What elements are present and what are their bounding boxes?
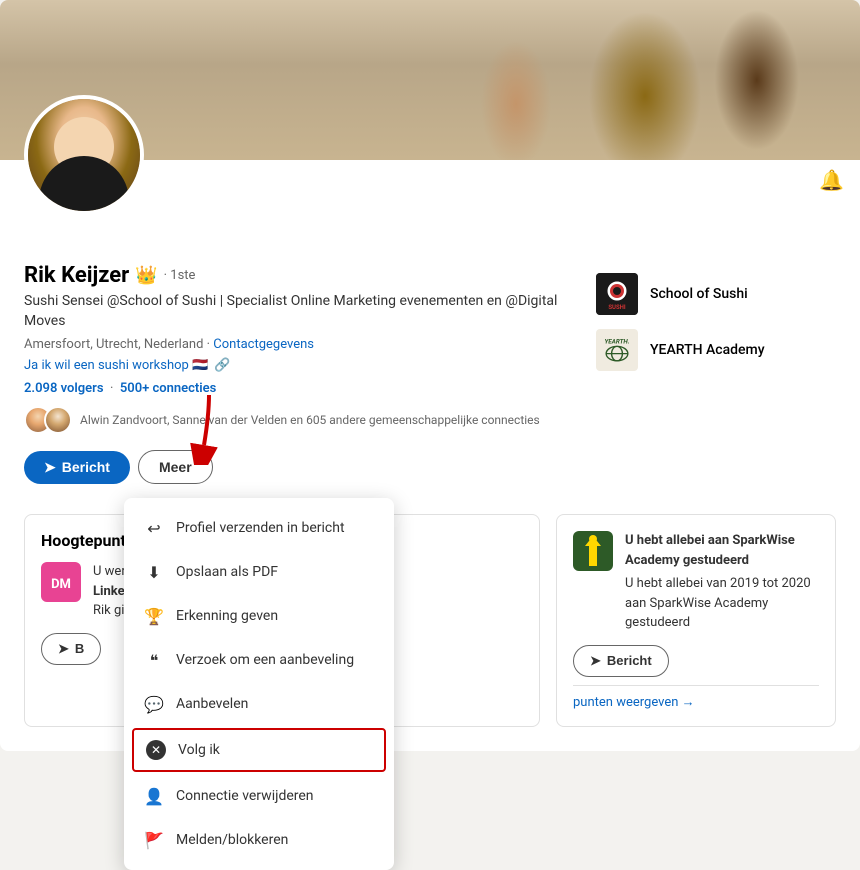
connection-level: · 1ste bbox=[164, 268, 196, 283]
profile-website[interactable]: Ja ik wil een sushi workshop 🇳🇱 🔗 bbox=[24, 358, 576, 373]
mutual-connections: Alwin Zandvoort, Sanne van der Velden en… bbox=[24, 406, 576, 434]
show-more-link[interactable]: punten weergeven → bbox=[573, 694, 819, 710]
recommend-icon: 💬 bbox=[144, 694, 164, 714]
send-icon: ➤ bbox=[44, 459, 56, 476]
yearth-logo: YEARTH. bbox=[596, 329, 638, 371]
dm-logo: DM bbox=[41, 562, 81, 602]
sparkwise-card: U hebt allebei aan SparkWise Academy ges… bbox=[556, 514, 836, 727]
followers-info: 2.098 volgers · 500+ connecties bbox=[24, 381, 576, 396]
dropdown-item-unfollow[interactable]: ✕ Volg ik bbox=[132, 728, 386, 772]
sparkwise-logo bbox=[573, 531, 613, 571]
notification-bell-button[interactable]: 🔔 bbox=[819, 168, 844, 193]
dropdown-item-remove-connection[interactable]: 👤 Connectie verwijderen bbox=[124, 774, 394, 818]
mutual-avatar-2 bbox=[44, 406, 72, 434]
profile-location: Amersfoort, Utrecht, Nederland · Contact… bbox=[24, 337, 576, 352]
trophy-icon: 🏆 bbox=[144, 606, 164, 626]
quote-icon: ❝ bbox=[144, 650, 164, 670]
sparkwise-message-button[interactable]: ➤ Bericht bbox=[573, 645, 669, 677]
svg-text:YEARTH.: YEARTH. bbox=[604, 338, 629, 346]
sparkwise-title: U hebt allebei aan SparkWise Academy ges… bbox=[625, 531, 819, 570]
yearth-academy-name: YEARTH Academy bbox=[650, 342, 765, 358]
dropdown-item-request-recommendation[interactable]: ❝ Verzoek om een aanbeveling bbox=[124, 638, 394, 682]
dropdown-item-save-pdf[interactable]: ⬇ Opslaan als PDF bbox=[124, 550, 394, 594]
profile-right-panel: SUSHI School of Sushi YEARTH. YEARTH A bbox=[596, 263, 836, 504]
dropdown-item-recommend[interactable]: 💬 Aanbevelen bbox=[124, 682, 394, 726]
dropdown-item-send-profile[interactable]: ↩ Profiel verzenden in bericht bbox=[124, 506, 394, 550]
affiliation-sushi[interactable]: SUSHI School of Sushi bbox=[596, 273, 836, 315]
crown-icon: 👑 bbox=[135, 265, 157, 286]
message-button[interactable]: ➤ Bericht bbox=[24, 451, 130, 484]
remove-connection-icon: 👤 bbox=[144, 786, 164, 806]
unfollow-icon: ✕ bbox=[146, 740, 166, 760]
affiliation-yearth[interactable]: YEARTH. YEARTH Academy bbox=[596, 329, 836, 371]
dropdown-item-report[interactable]: 🚩 Melden/blokkeren bbox=[124, 818, 394, 862]
external-link-icon: 🔗 bbox=[214, 358, 230, 373]
send-icon-sparkwise: ➤ bbox=[590, 653, 601, 669]
sushi-school-name: School of Sushi bbox=[650, 286, 748, 302]
profile-name: Rik Keijzer bbox=[24, 263, 129, 288]
profile-headline: Sushi Sensei @School of Sushi | Speciali… bbox=[24, 292, 576, 331]
flag-icon: 🚩 bbox=[144, 830, 164, 850]
sparkwise-detail: U hebt allebei van 2019 tot 2020 aan Spa… bbox=[625, 574, 819, 633]
send-icon-small: ➤ bbox=[58, 641, 69, 657]
contact-link[interactable]: Contactgegevens bbox=[213, 337, 314, 352]
highlight-action-button[interactable]: ➤ B bbox=[41, 633, 101, 665]
dropdown-menu: ↩ Profiel verzenden in bericht ⬇ Opslaan… bbox=[124, 498, 394, 870]
svg-text:SUSHI: SUSHI bbox=[608, 304, 626, 311]
save-pdf-icon: ⬇ bbox=[144, 562, 164, 582]
avatar bbox=[24, 95, 144, 215]
mutual-text: Alwin Zandvoort, Sanne van der Velden en… bbox=[80, 413, 540, 427]
dropdown-item-recognition[interactable]: 🏆 Erkenning geven bbox=[124, 594, 394, 638]
action-buttons-area: ➤ Bericht Meer ↩ bbox=[24, 450, 576, 484]
svg-text:DM: DM bbox=[51, 577, 71, 592]
more-button[interactable]: Meer bbox=[138, 450, 213, 484]
sushi-logo: SUSHI bbox=[596, 273, 638, 315]
send-profile-icon: ↩ bbox=[144, 518, 164, 538]
